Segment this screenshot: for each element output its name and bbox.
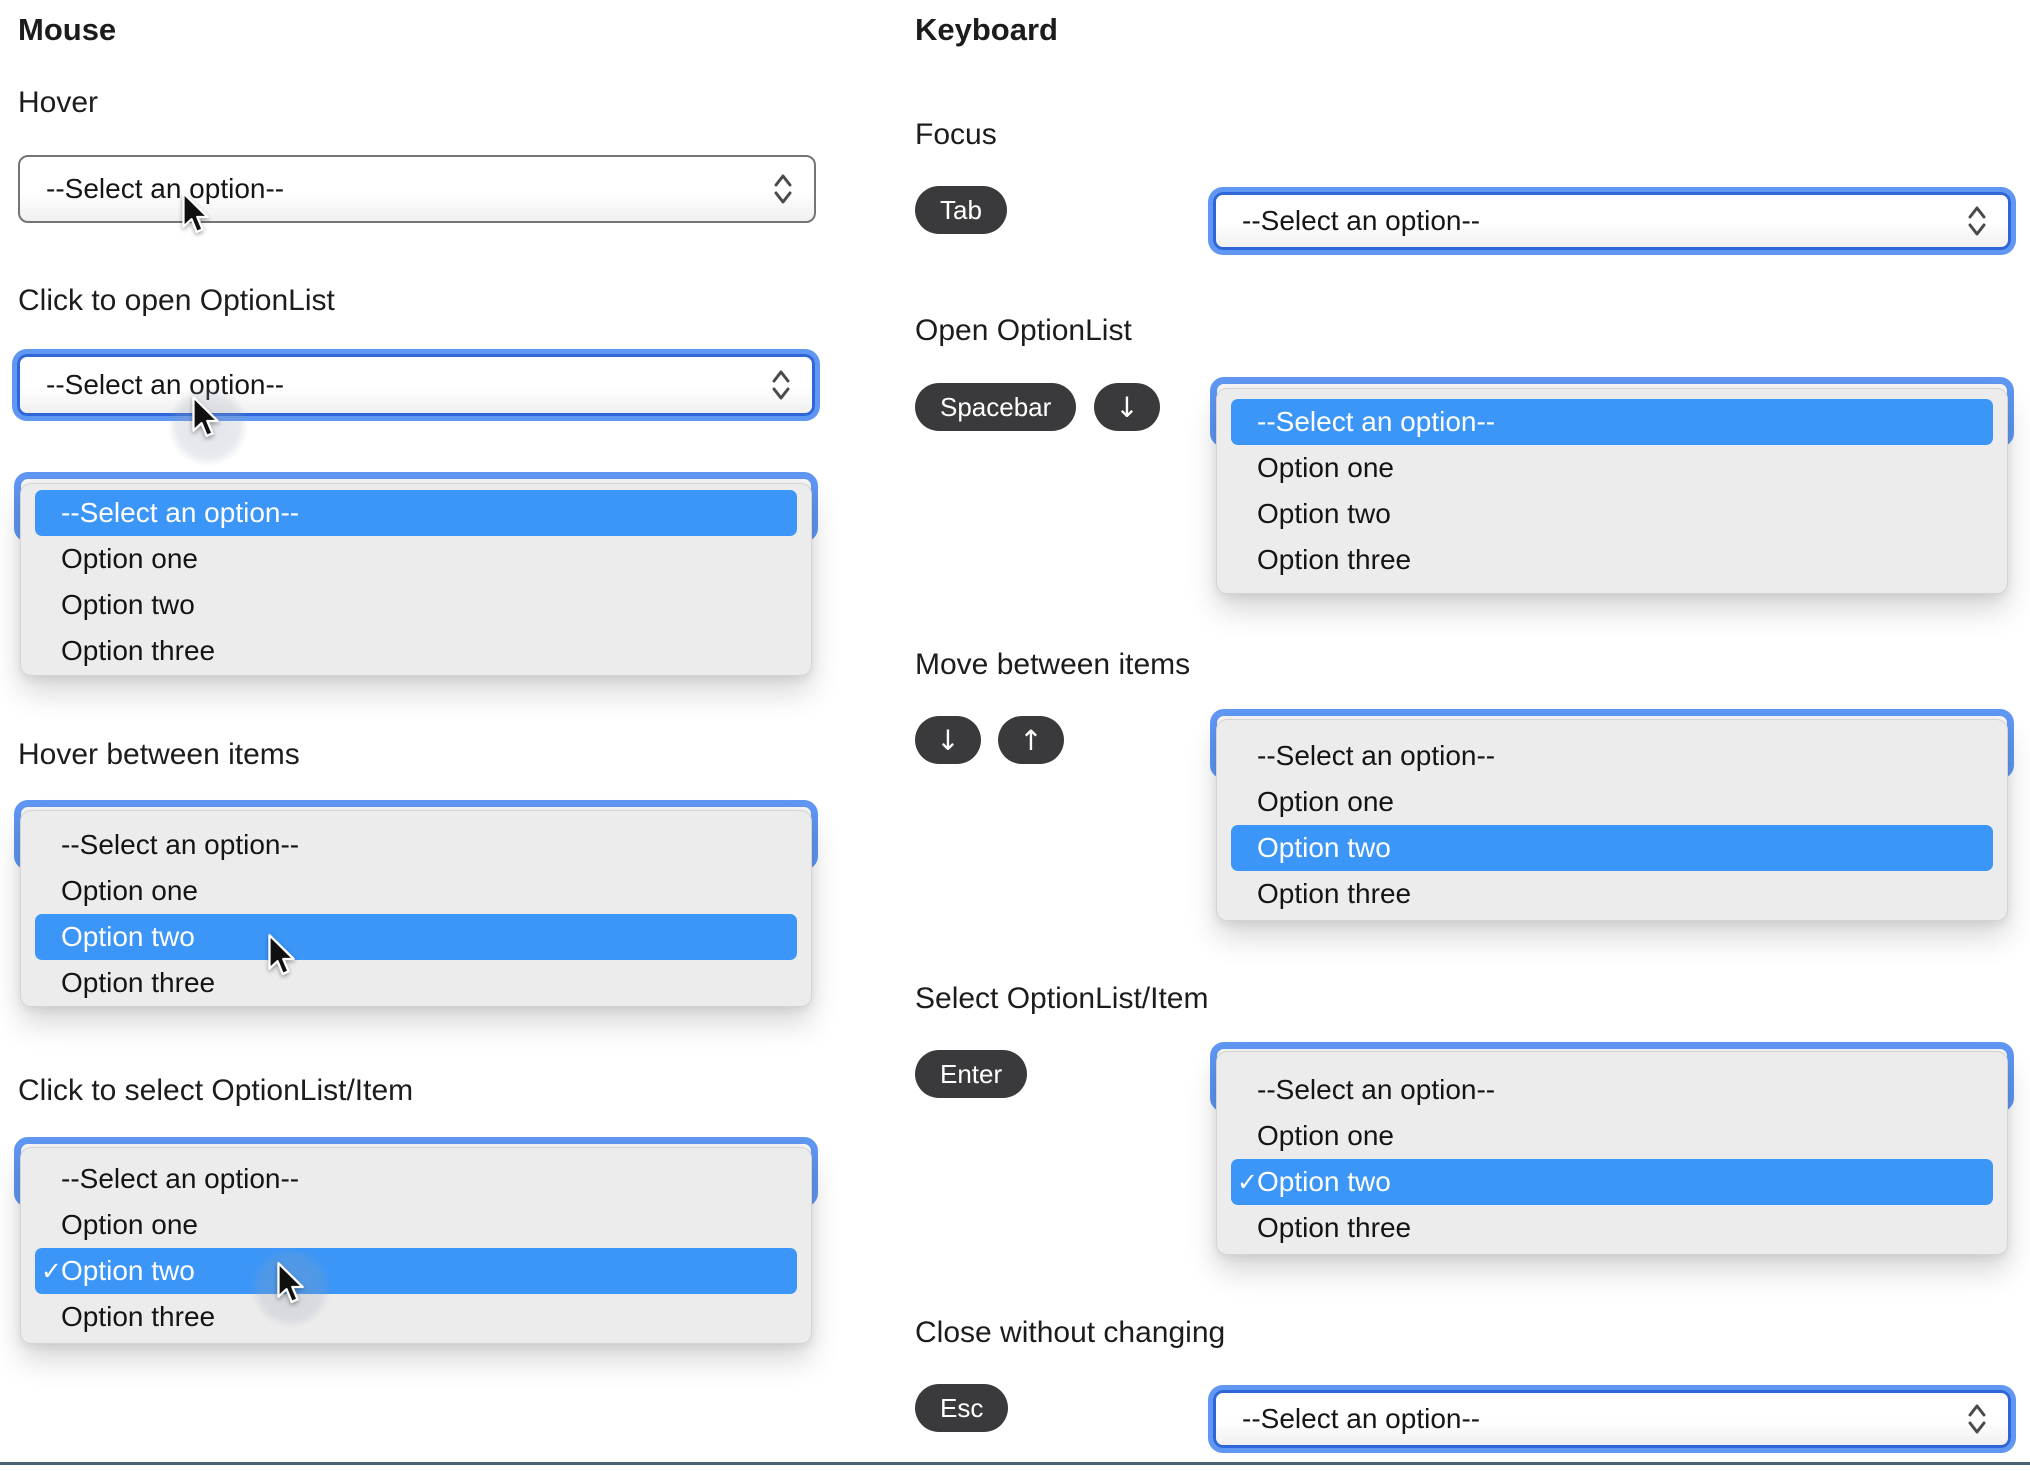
option-label: Option three (61, 635, 216, 666)
option-label: Option one (61, 875, 198, 906)
hover-demo-label: Hover (18, 86, 99, 119)
mouse-section-title: Mouse (18, 12, 117, 47)
hover-items-demo-label: Hover between items (18, 738, 300, 771)
mouse-cursor-icon (180, 192, 210, 236)
optionlist-open: --Select an option-- Option one Option t… (20, 483, 812, 676)
option-label: Option one (1257, 452, 1394, 483)
option-three[interactable]: Option three (35, 960, 797, 1006)
option-placeholder[interactable]: --Select an option-- (1231, 1067, 1993, 1113)
key-esc: Esc (915, 1384, 1009, 1432)
option-one[interactable]: Option one (1231, 1113, 1993, 1159)
option-label: Option two (1257, 498, 1391, 529)
option-three[interactable]: Option three (35, 628, 797, 674)
key-label: Tab (940, 194, 982, 225)
option-label: Option three (1257, 544, 1412, 575)
select-demo-label: Select OptionList/Item (915, 982, 1209, 1015)
option-two-active[interactable]: Option two (1231, 825, 1993, 871)
option-label: Option three (1257, 878, 1412, 909)
option-one[interactable]: Option one (35, 868, 797, 914)
option-one[interactable]: Option one (35, 1202, 797, 1248)
option-label: Option two (1257, 832, 1391, 863)
key-tab: Tab (915, 186, 1007, 234)
option-label: --Select an option-- (61, 1163, 300, 1194)
section-divider (0, 1462, 2030, 1465)
mouse-cursor-icon (266, 934, 296, 978)
optionlist-open: --Select an option-- Option one ✓ Option… (20, 1147, 812, 1344)
chevron-up-down-icon (1966, 1402, 1988, 1436)
checkmark-icon: ✓ (1237, 1167, 1258, 1197)
option-one[interactable]: Option one (1231, 445, 1993, 491)
option-two[interactable]: Option two (35, 582, 797, 628)
optionlist-open: --Select an option-- Option one Option t… (20, 810, 812, 1007)
optionlist-open: --Select an option-- Option one Option t… (1216, 388, 2008, 594)
option-placeholder[interactable]: --Select an option-- (1231, 399, 1993, 445)
key-arrow-up-icon: ↑ (998, 716, 1064, 764)
option-label: Option three (61, 1301, 216, 1332)
key-spacebar: Spacebar (915, 383, 1077, 431)
option-three[interactable]: Option three (35, 1294, 797, 1340)
option-label: --Select an option-- (1257, 1074, 1496, 1105)
chevron-up-down-icon (1966, 204, 1988, 238)
option-placeholder[interactable]: --Select an option-- (35, 822, 797, 868)
select-value: --Select an option-- (46, 369, 285, 400)
key-label: ↑ (1019, 723, 1043, 757)
option-label: Option three (61, 967, 216, 998)
option-label: Option two (61, 589, 195, 620)
keyboard-section-title: Keyboard (915, 12, 1058, 47)
key-arrow-down-icon: ↓ (915, 716, 981, 764)
mouse-cursor-icon (190, 396, 220, 440)
chevron-up-down-icon (772, 172, 794, 206)
mouse-cursor-icon (275, 1262, 305, 1306)
key-label: Spacebar (940, 391, 1052, 422)
select-value: --Select an option-- (1242, 1403, 1481, 1434)
option-label: --Select an option-- (1257, 406, 1496, 437)
option-label: Option two (61, 921, 195, 952)
select-trigger-focused[interactable]: --Select an option-- (17, 354, 815, 416)
key-label: Enter (940, 1058, 1003, 1089)
select-trigger-focused[interactable]: --Select an option-- (1213, 1390, 2011, 1448)
option-label: Option one (61, 1209, 198, 1240)
option-three[interactable]: Option three (1231, 1205, 1993, 1251)
option-label: --Select an option-- (61, 829, 300, 860)
select-value: --Select an option-- (1242, 205, 1481, 236)
option-label: --Select an option-- (61, 497, 300, 528)
option-label: Option three (1257, 1212, 1412, 1243)
option-label: Option two (1257, 1166, 1391, 1197)
optionlist-open: --Select an option-- Option one ✓ Option… (1216, 1051, 2008, 1255)
option-label: Option one (1257, 1120, 1394, 1151)
option-two-hovered[interactable]: Option two (35, 914, 797, 960)
option-two-selected[interactable]: ✓ Option two (35, 1248, 797, 1294)
key-label: ↓ (1115, 390, 1139, 424)
option-label: --Select an option-- (1257, 740, 1496, 771)
close-demo-label: Close without changing (915, 1316, 1226, 1349)
key-arrow-down-icon: ↓ (1094, 383, 1160, 431)
option-three[interactable]: Option three (1231, 871, 1993, 917)
checkmark-icon: ✓ (41, 1256, 62, 1286)
option-placeholder[interactable]: --Select an option-- (1231, 733, 1993, 779)
option-label: Option one (61, 543, 198, 574)
key-label: Esc (940, 1392, 984, 1423)
open-demo-label: Open OptionList (915, 314, 1132, 347)
click-select-demo-label: Click to select OptionList/Item (18, 1074, 414, 1107)
option-two-selected[interactable]: ✓ Option two (1231, 1159, 1993, 1205)
option-one[interactable]: Option one (1231, 779, 1993, 825)
key-label: ↓ (936, 723, 960, 757)
select-value: --Select an option-- (46, 173, 285, 204)
optionlist-interaction-docs: Mouse Hover --Select an option-- Click t… (0, 0, 2030, 1471)
chevron-up-down-icon (770, 368, 792, 402)
key-enter: Enter (915, 1050, 1028, 1098)
option-three[interactable]: Option three (1231, 537, 1993, 583)
click-open-demo-label: Click to open OptionList (18, 284, 335, 317)
optionlist-open: --Select an option-- Option one Option t… (1216, 719, 2008, 921)
option-label: Option one (1257, 786, 1394, 817)
select-trigger-hover[interactable]: --Select an option-- (18, 155, 816, 223)
option-placeholder[interactable]: --Select an option-- (35, 1156, 797, 1202)
option-one[interactable]: Option one (35, 536, 797, 582)
option-label: Option two (61, 1255, 195, 1286)
focus-demo-label: Focus (915, 118, 997, 151)
move-demo-label: Move between items (915, 648, 1191, 681)
option-two[interactable]: Option two (1231, 491, 1993, 537)
option-placeholder[interactable]: --Select an option-- (35, 490, 797, 536)
select-trigger-focused[interactable]: --Select an option-- (1213, 192, 2011, 250)
